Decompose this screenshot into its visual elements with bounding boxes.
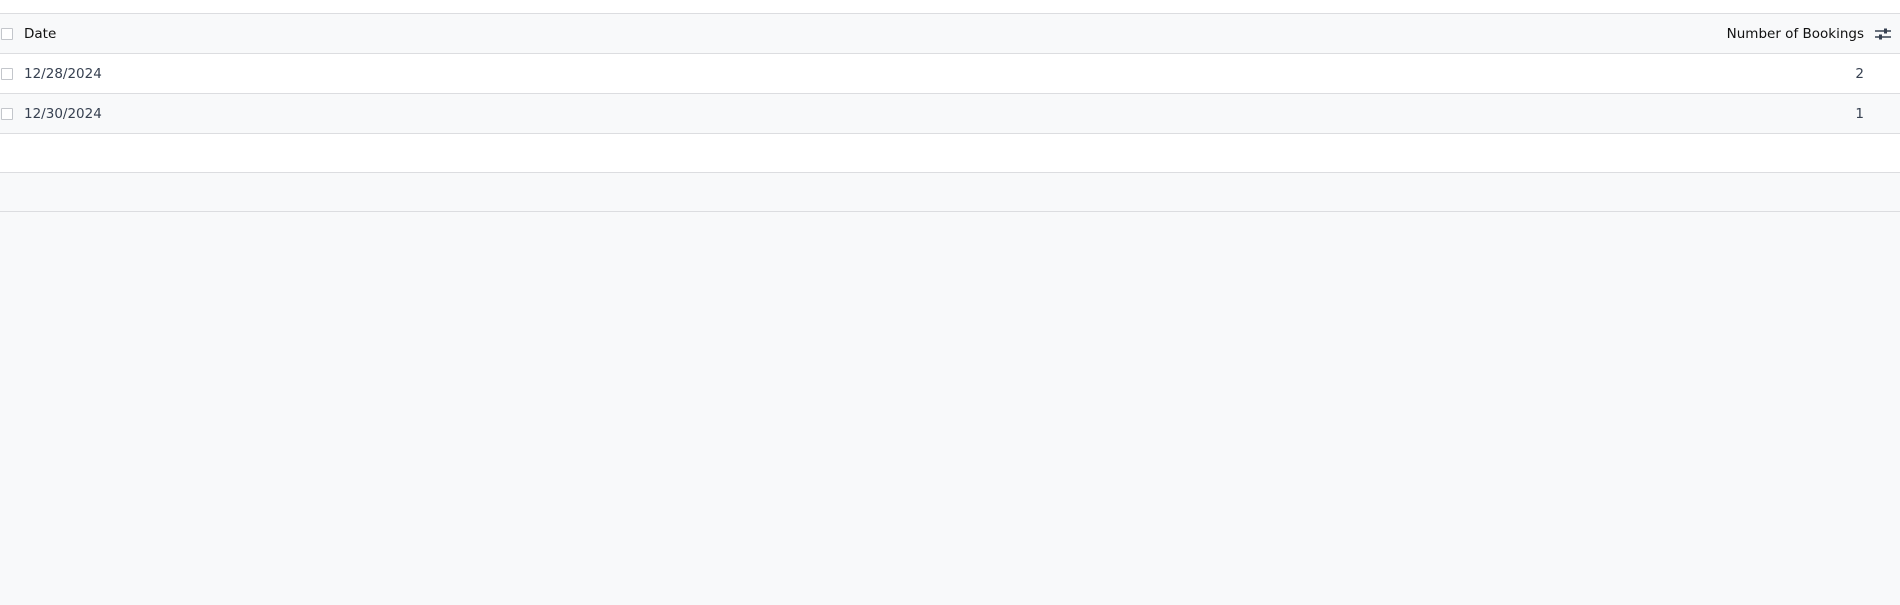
cell-date: 12/28/2024: [24, 53, 1694, 94]
table-row[interactable]: 12/30/2024 1: [0, 93, 1900, 134]
row-checkbox[interactable]: [1, 107, 13, 120]
column-header-bookings[interactable]: Number of Bookings: [1694, 14, 1864, 54]
empty-cell: [0, 133, 1900, 173]
row-select-cell: [0, 53, 24, 94]
table-header: Date Number of Bookings: [0, 14, 1900, 54]
optional-columns-cell: [1864, 14, 1900, 54]
control-panel-divider: [0, 0, 1900, 14]
cell-spacer: [1864, 53, 1900, 94]
header-row: Date Number of Bookings: [0, 14, 1900, 54]
select-all-checkbox[interactable]: [1, 27, 13, 40]
column-header-date[interactable]: Date: [24, 14, 1694, 54]
empty-row: [0, 133, 1900, 173]
bookings-table: Date Number of Bookings 12/28/2024 2 12/…: [0, 14, 1900, 212]
cell-bookings: 1: [1694, 93, 1864, 134]
list-view: Date Number of Bookings 12/28/2024 2 12/…: [0, 0, 1900, 605]
empty-cell: [0, 172, 1900, 212]
empty-row: [0, 172, 1900, 212]
cell-spacer: [1864, 93, 1900, 134]
row-select-cell: [0, 93, 24, 134]
cell-date: 12/30/2024: [24, 93, 1694, 134]
row-checkbox[interactable]: [1, 67, 13, 80]
cell-bookings: 2: [1694, 53, 1864, 94]
sliders-icon[interactable]: [1874, 27, 1892, 41]
select-all-cell: [0, 14, 24, 54]
table-row[interactable]: 12/28/2024 2: [0, 53, 1900, 94]
